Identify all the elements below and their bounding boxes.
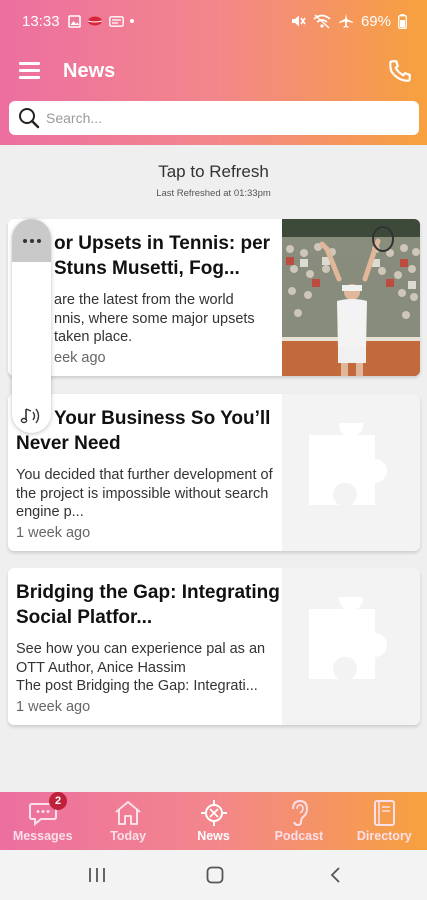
- more-dots-icon[interactable]: [12, 219, 51, 262]
- card-text: Your Business So You’ll Never Need You d…: [16, 406, 280, 522]
- card-text: or Upsets in Tennis: per Stuns Musetti, …: [54, 231, 282, 347]
- card-title: Bridging the Gap: Integrating Social Pla…: [16, 582, 280, 628]
- back-icon[interactable]: [328, 866, 342, 884]
- news-card[interactable]: Bridging the Gap: Integrating Social Pla…: [8, 568, 420, 725]
- bottom-nav: 2 Messages Today News Podcast Directory: [0, 792, 427, 850]
- card-excerpt: See how you can experience pal as an OTT…: [16, 641, 266, 694]
- image-icon: [67, 14, 81, 28]
- tab-today[interactable]: Today: [85, 792, 170, 850]
- ear-icon: [291, 799, 308, 827]
- status-time: 13:33: [22, 12, 60, 30]
- book-icon: [374, 800, 396, 826]
- tab-news[interactable]: News: [171, 792, 256, 850]
- home-icon: [115, 801, 141, 825]
- phone-icon[interactable]: [387, 58, 413, 84]
- last-refreshed-text: Last Refreshed at 01:33pm: [156, 188, 271, 199]
- airplane-icon: [338, 14, 353, 28]
- tab-label: Directory: [356, 829, 412, 843]
- card-text: Bridging the Gap: Integrating Social Pla…: [16, 580, 280, 696]
- puzzle-piece-icon: [309, 422, 387, 505]
- wifi-off-icon: [313, 13, 331, 29]
- tab-podcast[interactable]: Podcast: [256, 792, 341, 850]
- article-thumbnail: [282, 568, 420, 725]
- status-bar: 13:33 69%: [0, 0, 427, 42]
- audio-icon[interactable]: [20, 405, 44, 427]
- battery-percent: 69%: [360, 12, 391, 30]
- tab-messages[interactable]: 2 Messages: [0, 792, 85, 850]
- recents-icon[interactable]: [88, 867, 106, 883]
- home-button-icon[interactable]: [206, 866, 224, 884]
- notification-dot: [129, 19, 134, 23]
- search-icon: [19, 108, 40, 129]
- card-title: or Upsets in Tennis: per Stuns Musetti, …: [54, 233, 271, 279]
- app-bar: News: [0, 42, 427, 100]
- card-time: eek ago: [54, 350, 106, 366]
- puzzle-piece-icon: [309, 596, 387, 679]
- tab-label: Today: [110, 829, 147, 843]
- page-title: News: [63, 60, 116, 82]
- article-thumbnail: [282, 394, 420, 551]
- battery-icon: [398, 13, 407, 29]
- card-time: 1 week ago: [16, 525, 91, 541]
- lips-icon: [87, 16, 102, 26]
- tab-label: News: [197, 829, 230, 843]
- card-time: 1 week ago: [16, 699, 91, 715]
- notification-icons: [67, 14, 134, 28]
- news-card[interactable]: or Upsets in Tennis: per Stuns Musetti, …: [8, 219, 420, 376]
- card-excerpt: are the latest from the world nnis, wher…: [54, 292, 255, 345]
- mute-icon: [291, 15, 306, 27]
- tab-directory[interactable]: Directory: [342, 792, 427, 850]
- article-photo: [282, 219, 420, 376]
- messages-badge: 2: [49, 792, 67, 810]
- tab-label: Messages: [12, 829, 73, 843]
- card-excerpt: You decided that further development of …: [16, 467, 273, 520]
- refresh-area[interactable]: Tap to Refresh Last Refreshed at 01:33pm: [0, 162, 427, 199]
- floating-audio-widget[interactable]: [12, 219, 51, 433]
- card-title: Your Business So You’ll Never Need: [16, 408, 271, 454]
- search-input[interactable]: [46, 110, 396, 126]
- mail-icon: [108, 15, 124, 27]
- refresh-title[interactable]: Tap to Refresh: [0, 162, 427, 182]
- hamburger-icon[interactable]: [19, 62, 40, 79]
- tab-label: Podcast: [274, 829, 324, 843]
- news-compass-icon: [200, 800, 227, 826]
- status-right: 69%: [290, 13, 407, 30]
- system-nav-bar: [0, 850, 427, 900]
- search-bar[interactable]: [9, 101, 419, 135]
- news-card[interactable]: Your Business So You’ll Never Need You d…: [8, 394, 420, 551]
